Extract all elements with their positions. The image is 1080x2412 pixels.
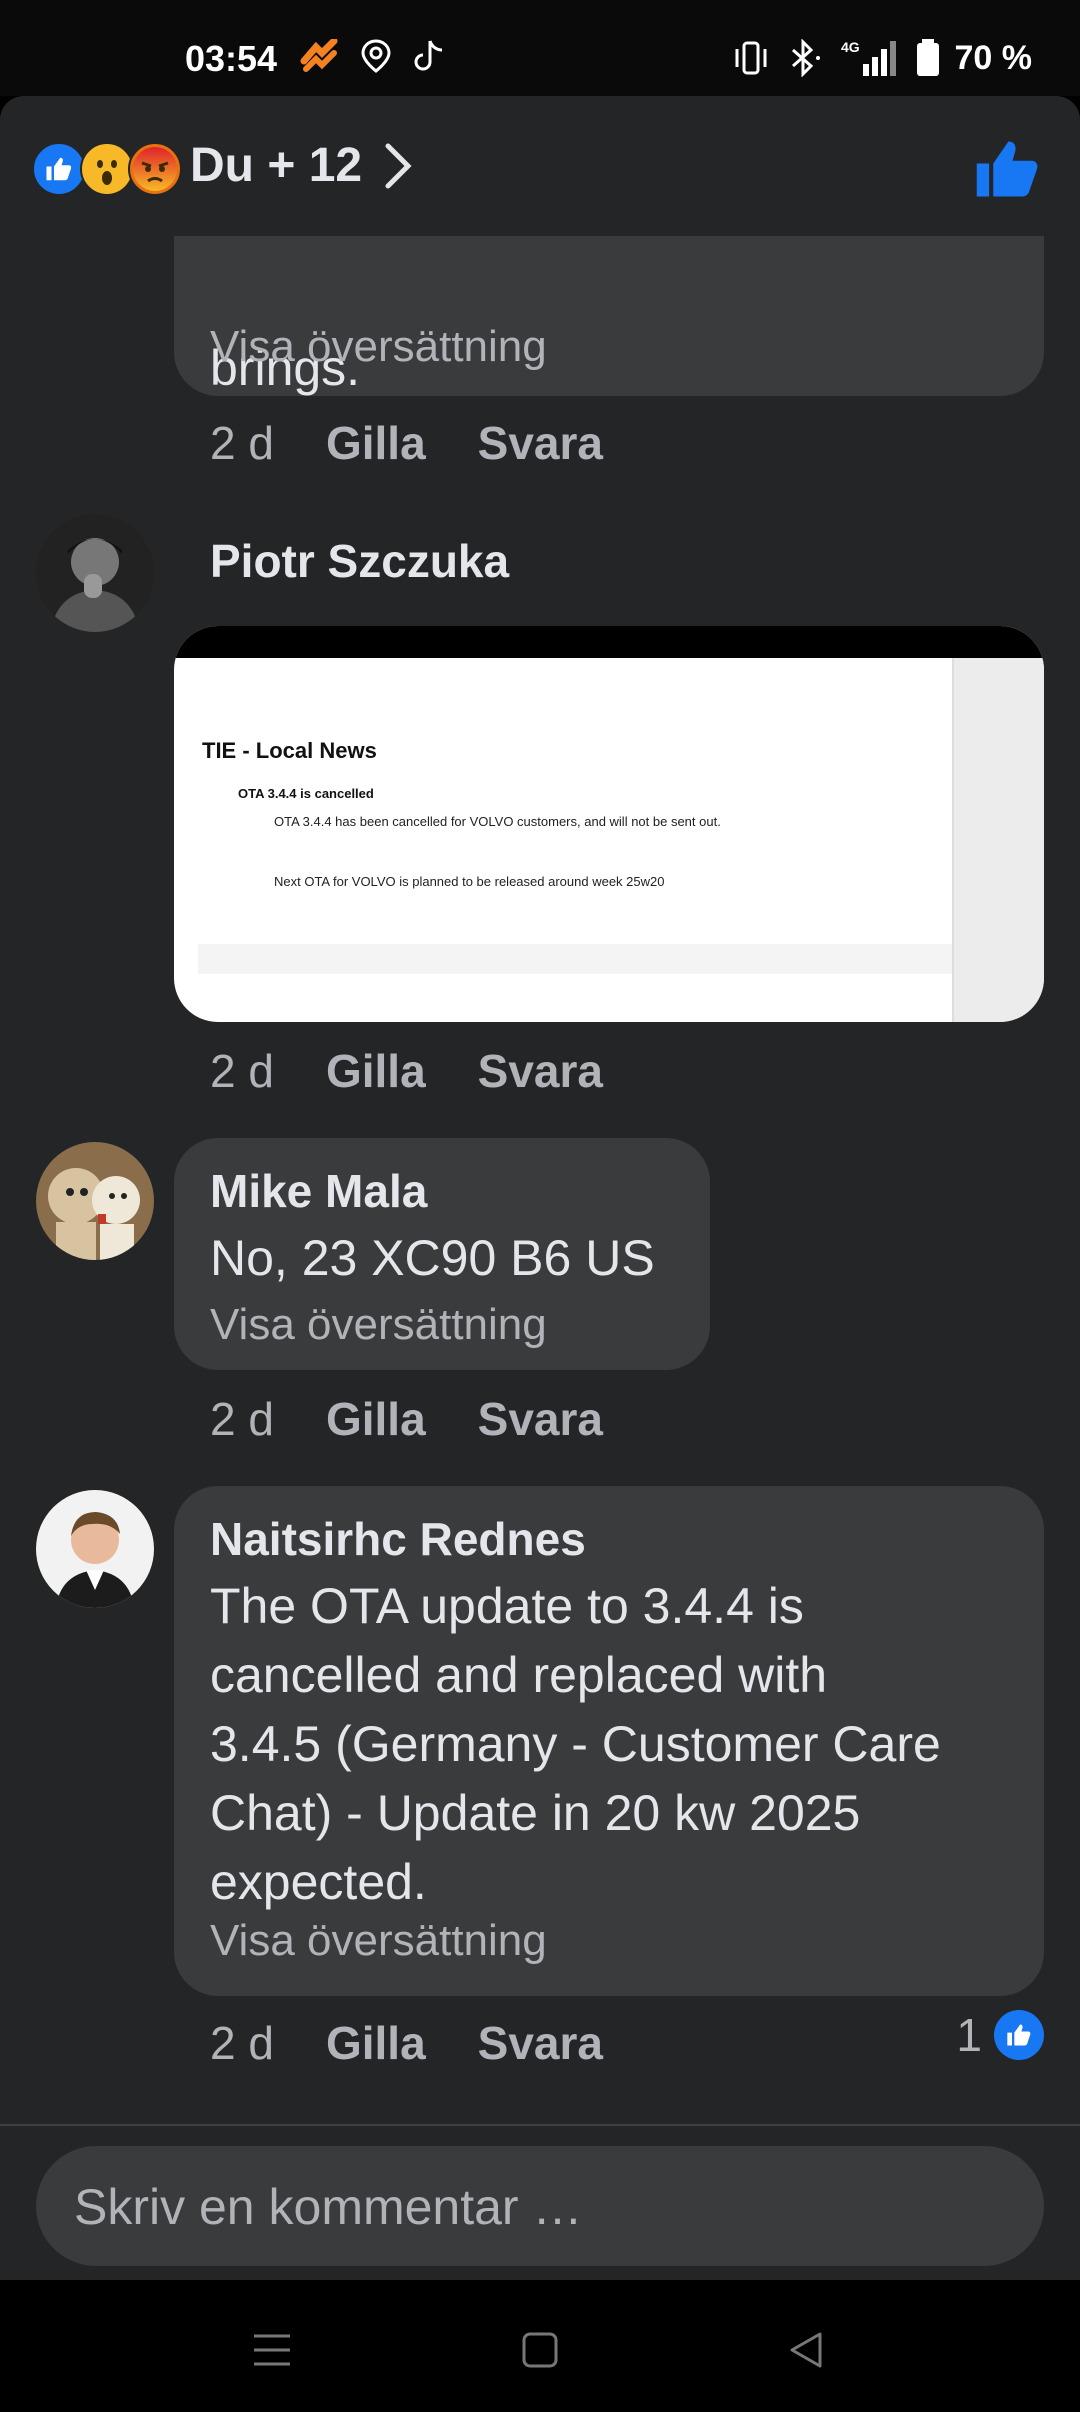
like-icon (32, 142, 86, 196)
reply-link[interactable]: Svara (478, 416, 603, 470)
comment-bubble: Mike Mala No, 23 XC90 B6 US Visa översät… (174, 1138, 710, 1370)
comment-actions: 2 d Gilla Svara (210, 1392, 603, 1446)
comment-actions: 2 d Gilla Svara (210, 416, 603, 470)
comment-text: The OTA update to 3.4.4 is cancelled and… (210, 1572, 941, 1917)
commenter-name[interactable]: Naitsirhc Rednes (210, 1512, 586, 1566)
angry-icon (128, 142, 182, 196)
comment-composer (0, 2124, 1080, 2280)
translate-link[interactable]: Visa översättning (210, 1300, 547, 1350)
like-link[interactable]: Gilla (326, 1044, 426, 1098)
reaction-icons (32, 142, 182, 196)
svg-text:4G: 4G (841, 39, 860, 55)
like-icon (994, 2010, 1044, 2060)
avatar[interactable] (36, 514, 154, 632)
attachment-footer (198, 944, 954, 974)
attachment-scrollbar (952, 658, 1044, 1022)
comment-text-line: The OTA update to 3.4.4 is (210, 1578, 804, 1634)
back-button[interactable] (776, 2320, 836, 2380)
menu-lines-icon (254, 2334, 290, 2366)
home-button[interactable] (510, 2320, 570, 2380)
avatar[interactable] (36, 1490, 154, 1608)
battery-icon (916, 39, 939, 76)
comment-time: 2 d (210, 1393, 274, 1445)
bluetooth-icon (791, 39, 820, 77)
like-count-number: 1 (956, 2009, 982, 2061)
commenter-name[interactable]: Piotr Szczuka (210, 534, 509, 588)
commenter-name[interactable]: Mike Mala (210, 1164, 427, 1218)
like-link[interactable]: Gilla (326, 2016, 426, 2070)
wow-icon (80, 142, 134, 196)
notification-app-icon (300, 39, 338, 72)
status-time: 03:54 (185, 38, 278, 79)
comment-like-count[interactable]: 1 (956, 2008, 1044, 2062)
reply-link[interactable]: Svara (478, 1044, 603, 1098)
translate-link[interactable]: Visa översättning (210, 1916, 547, 1966)
attachment-line: Next OTA for VOLVO is planned to be rele… (274, 874, 665, 889)
notification-icons (300, 38, 446, 74)
translate-link[interactable]: Visa översättning (210, 322, 547, 372)
comment-actions: 2 d Gilla Svara (210, 2016, 603, 2070)
like-button-icon[interactable] (974, 136, 1040, 202)
recent-apps-button[interactable] (242, 2320, 302, 2380)
reply-link[interactable]: Svara (478, 2016, 603, 2070)
attachment-top-band (174, 626, 1044, 658)
image-attachment[interactable]: TIE - Local News OTA 3.4.4 is cancelled … (174, 626, 1044, 1022)
comment-text-line: expected. (210, 1854, 427, 1910)
like-link[interactable]: Gilla (326, 416, 426, 470)
battery-percent: 70 % (954, 38, 1033, 77)
comments-sheet: Du + 12 brings. Visa översättning 2 d Gi… (0, 96, 1080, 2280)
chevron-right-icon (385, 143, 412, 189)
reply-link[interactable]: Svara (478, 1392, 603, 1446)
reactions-bar[interactable]: Du + 12 (0, 96, 1080, 236)
comment-text-line: Chat) - Update in 20 kw 2025 (210, 1785, 861, 1841)
home-square-icon (522, 2332, 558, 2368)
attachment-title: TIE - Local News (202, 738, 377, 763)
comment-input[interactable] (72, 2146, 1006, 2268)
system-nav-bar (0, 2280, 1080, 2412)
like-link[interactable]: Gilla (326, 1392, 426, 1446)
tiktok-icon (414, 40, 443, 71)
comment-time: 2 d (210, 417, 274, 469)
vibrate-icon (735, 41, 766, 75)
comment-bubble: Naitsirhc Rednes The OTA update to 3.4.4… (174, 1486, 1044, 1996)
comment-text-line: cancelled and replaced with (210, 1647, 828, 1703)
location-pin-icon (361, 39, 391, 73)
signal-icon: 4G (841, 39, 896, 76)
comment-time: 2 d (210, 1045, 274, 1097)
attachment-line: OTA 3.4.4 has been cancelled for VOLVO c… (274, 814, 721, 829)
status-right: 4G 70 % (731, 38, 1033, 78)
status-bar: 03:54 4G 70 % (0, 0, 1080, 96)
reaction-summary: Du + 12 (190, 139, 363, 192)
attachment-heading: OTA 3.4.4 is cancelled (238, 786, 374, 801)
comment-input-box[interactable] (36, 2146, 1044, 2268)
avatar[interactable] (36, 1142, 154, 1260)
comment-actions: 2 d Gilla Svara (210, 1044, 603, 1098)
comment-time: 2 d (210, 2017, 274, 2069)
back-triangle-icon (790, 2332, 822, 2368)
comment-text: No, 23 XC90 B6 US (210, 1230, 655, 1286)
comment-text-line: 3.4.5 (Germany - Customer Care (210, 1716, 941, 1772)
